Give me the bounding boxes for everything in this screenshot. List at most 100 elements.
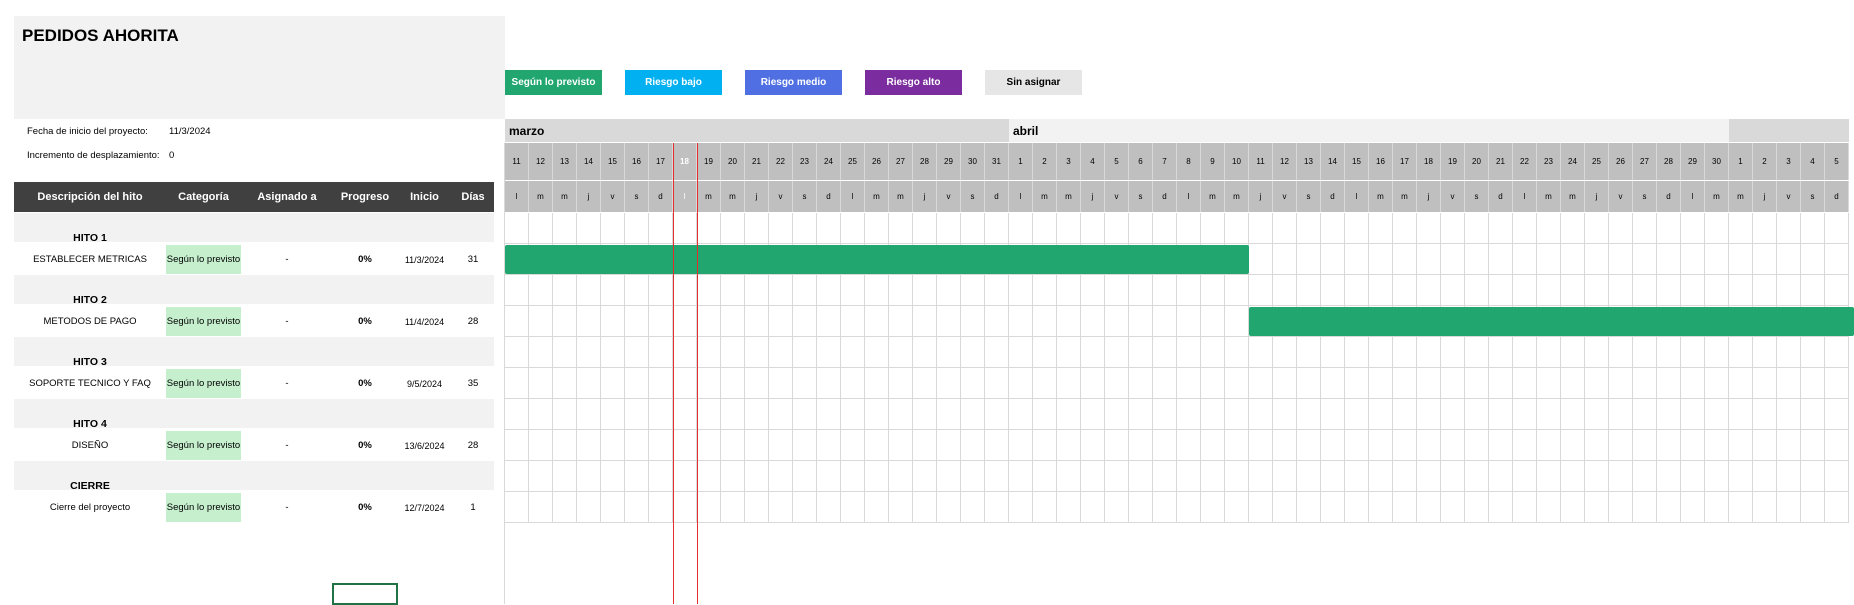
day-number: 18 bbox=[1417, 143, 1441, 180]
task-progress[interactable]: 0% bbox=[333, 306, 397, 337]
task-category[interactable]: Según lo previsto bbox=[166, 431, 241, 460]
gantt-bar[interactable] bbox=[505, 245, 1249, 274]
gantt-cell bbox=[769, 306, 793, 337]
gantt-cell bbox=[1321, 399, 1345, 430]
gantt-cell bbox=[769, 337, 793, 368]
gantt-cell bbox=[1681, 213, 1705, 244]
gantt-cell bbox=[769, 213, 793, 244]
milestone-label: HITO 3 bbox=[73, 356, 107, 368]
gantt-cell bbox=[1777, 337, 1801, 368]
gantt-cell bbox=[1513, 213, 1537, 244]
task-progress[interactable]: 0% bbox=[333, 244, 397, 275]
task-days[interactable]: 1 bbox=[452, 492, 494, 523]
task-description[interactable]: ESTABLECER METRICAS bbox=[14, 244, 166, 275]
gantt-cell bbox=[985, 275, 1009, 306]
day-letter: j bbox=[913, 181, 937, 212]
task-assigned[interactable]: - bbox=[241, 430, 333, 461]
task-start[interactable]: 11/3/2024 bbox=[397, 244, 452, 275]
task-assigned[interactable]: - bbox=[241, 244, 333, 275]
task-progress[interactable]: 0% bbox=[333, 492, 397, 523]
gantt-cell bbox=[889, 275, 913, 306]
day-letter: l bbox=[1009, 181, 1033, 212]
day-number: 30 bbox=[961, 143, 985, 180]
gantt-cell bbox=[1057, 399, 1081, 430]
gantt-cell bbox=[1345, 430, 1369, 461]
day-number: 12 bbox=[1273, 143, 1297, 180]
task-start[interactable]: 13/6/2024 bbox=[397, 430, 452, 461]
task-category[interactable]: Según lo previsto bbox=[166, 245, 241, 274]
gantt-cell bbox=[1129, 337, 1153, 368]
gantt-cell bbox=[697, 368, 721, 399]
day-number: 10 bbox=[1225, 143, 1249, 180]
gantt-cell bbox=[1153, 430, 1177, 461]
task-days[interactable]: 28 bbox=[452, 430, 494, 461]
gantt-bar[interactable] bbox=[1249, 307, 1854, 336]
gantt-cell bbox=[649, 337, 673, 368]
gantt-cell bbox=[1825, 368, 1849, 399]
task-progress[interactable]: 0% bbox=[333, 368, 397, 399]
increment-value[interactable]: 0 bbox=[169, 150, 174, 161]
task-start[interactable]: 12/7/2024 bbox=[397, 492, 452, 523]
task-description[interactable]: DISEÑO bbox=[14, 430, 166, 461]
selected-cell[interactable] bbox=[332, 583, 398, 605]
gantt-cell bbox=[697, 337, 721, 368]
gantt-cell bbox=[1129, 430, 1153, 461]
task-assigned[interactable]: - bbox=[241, 306, 333, 337]
gantt-cell bbox=[1609, 213, 1633, 244]
gantt-cell bbox=[673, 275, 697, 306]
gantt-cell bbox=[553, 399, 577, 430]
task-description[interactable]: METODOS DE PAGO bbox=[14, 306, 166, 337]
task-start[interactable]: 9/5/2024 bbox=[397, 368, 452, 399]
gantt-cell bbox=[1753, 337, 1777, 368]
task-days[interactable]: 28 bbox=[452, 306, 494, 337]
task-category[interactable]: Según lo previsto bbox=[166, 493, 241, 522]
gantt-cell bbox=[889, 430, 913, 461]
gantt-cell bbox=[1753, 461, 1777, 492]
day-letter: m bbox=[553, 181, 577, 212]
gantt-cell bbox=[817, 275, 841, 306]
gantt-left-border bbox=[504, 143, 505, 604]
gantt-cell bbox=[1345, 399, 1369, 430]
task-start[interactable]: 11/4/2024 bbox=[397, 306, 452, 337]
gantt-cell bbox=[841, 492, 865, 523]
gantt-cell bbox=[1417, 461, 1441, 492]
day-number: 3 bbox=[1057, 143, 1081, 180]
task-assigned[interactable]: - bbox=[241, 492, 333, 523]
gantt-cell bbox=[1777, 492, 1801, 523]
gantt-cell bbox=[1081, 492, 1105, 523]
gantt-cell bbox=[793, 492, 817, 523]
task-category[interactable]: Según lo previsto bbox=[166, 307, 241, 336]
task-days[interactable]: 31 bbox=[452, 244, 494, 275]
gantt-cell bbox=[697, 306, 721, 337]
start-date-value[interactable]: 11/3/2024 bbox=[169, 126, 211, 137]
day-letter: d bbox=[1657, 181, 1681, 212]
gantt-cell bbox=[889, 368, 913, 399]
task-assigned[interactable]: - bbox=[241, 368, 333, 399]
task-days[interactable]: 35 bbox=[452, 368, 494, 399]
gantt-cell bbox=[1609, 368, 1633, 399]
day-number: 12 bbox=[529, 143, 553, 180]
task-description[interactable]: SOPORTE TECNICO Y FAQ bbox=[14, 368, 166, 399]
gantt-cell bbox=[1105, 399, 1129, 430]
gantt-cell bbox=[961, 399, 985, 430]
gantt-cell bbox=[1513, 399, 1537, 430]
gantt-cell bbox=[1393, 244, 1417, 275]
gantt-cell bbox=[1489, 461, 1513, 492]
gantt-cell bbox=[1009, 275, 1033, 306]
gantt-cell bbox=[577, 275, 601, 306]
gantt-cell bbox=[1729, 492, 1753, 523]
gantt-cell bbox=[697, 492, 721, 523]
gantt-cell bbox=[913, 213, 937, 244]
gantt-cell bbox=[1081, 306, 1105, 337]
gantt-cell bbox=[1153, 399, 1177, 430]
day-letter: m bbox=[1225, 181, 1249, 212]
gantt-cell bbox=[697, 213, 721, 244]
task-progress[interactable]: 0% bbox=[333, 430, 397, 461]
gantt-cell bbox=[1513, 461, 1537, 492]
task-category[interactable]: Según lo previsto bbox=[166, 369, 241, 398]
gantt-cell bbox=[1273, 275, 1297, 306]
gantt-cell bbox=[1801, 337, 1825, 368]
task-description[interactable]: Cierre del proyecto bbox=[14, 492, 166, 523]
gantt-cell bbox=[577, 492, 601, 523]
gantt-cell bbox=[1585, 461, 1609, 492]
